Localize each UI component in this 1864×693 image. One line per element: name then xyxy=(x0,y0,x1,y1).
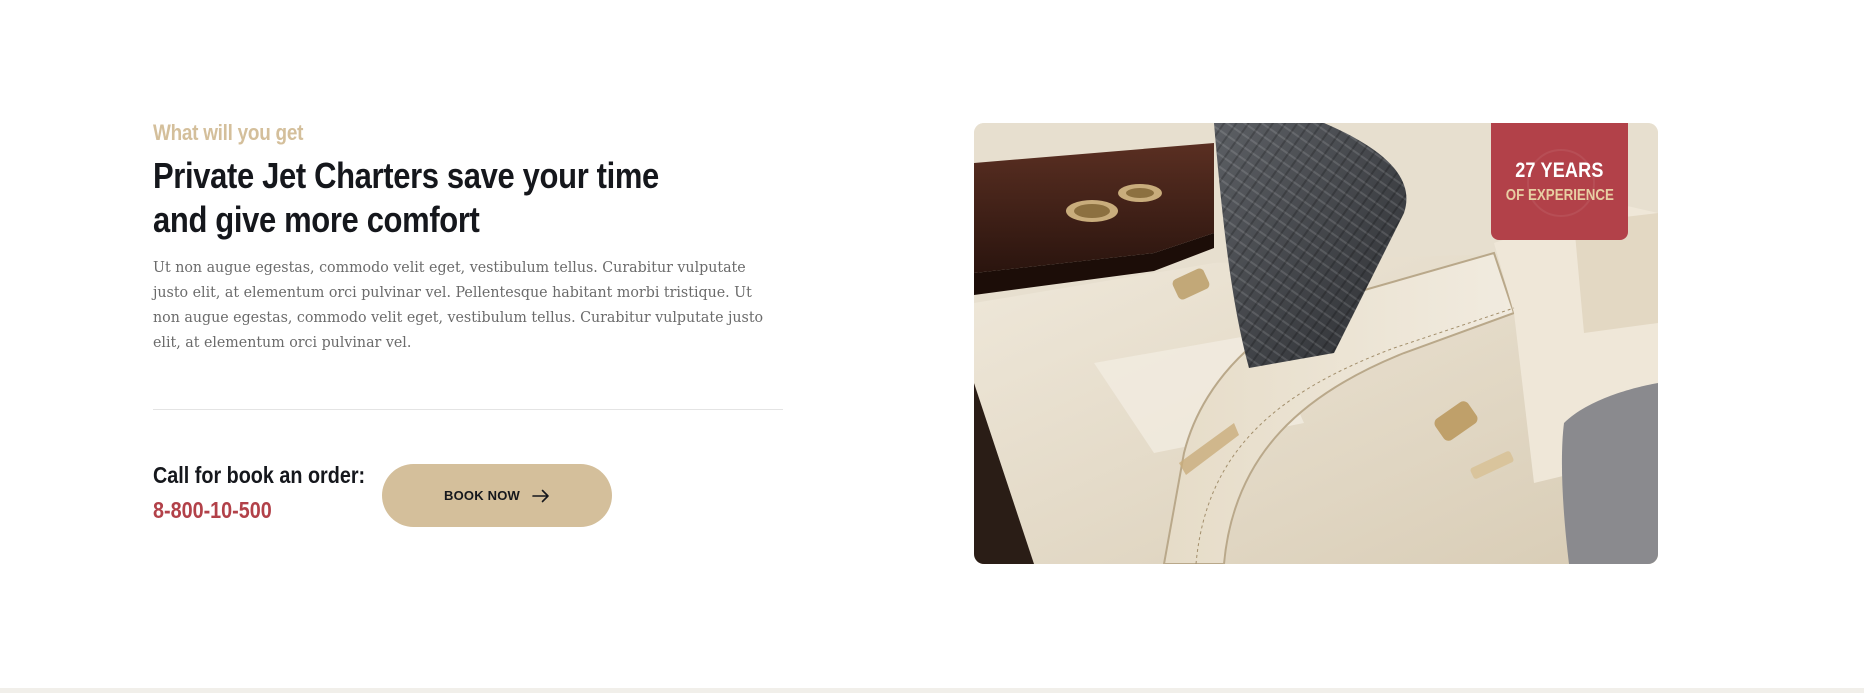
call-block: Call for book an order: 8-800-10-500 xyxy=(153,462,400,524)
book-now-label: BOOK NOW xyxy=(444,488,520,503)
badge-years: 27 YEARS xyxy=(1515,158,1604,182)
about-text-block: What will you get Private Jet Charters s… xyxy=(153,120,783,356)
about-section: What will you get Private Jet Charters s… xyxy=(0,0,1864,688)
phone-link[interactable]: 8-800-10-500 xyxy=(153,497,365,524)
section-bottom-border xyxy=(0,688,1864,693)
experience-badge: 27 YEARS OF EXPERIENCE xyxy=(1491,123,1628,240)
book-now-button[interactable]: BOOK NOW xyxy=(382,464,612,527)
section-eyebrow: What will you get xyxy=(153,120,304,145)
badge-caption: OF EXPERIENCE xyxy=(1505,186,1614,204)
call-label: Call for book an order: xyxy=(153,462,366,488)
section-title-line1: Private Jet Charters save your time xyxy=(153,155,659,196)
arrow-right-icon xyxy=(532,489,550,503)
divider xyxy=(153,409,783,410)
section-title: Private Jet Charters save your time and … xyxy=(153,154,772,242)
section-description: Ut non augue egestas, commodo velit eget… xyxy=(153,260,764,351)
section-title-line2: and give more comfort xyxy=(153,199,480,240)
